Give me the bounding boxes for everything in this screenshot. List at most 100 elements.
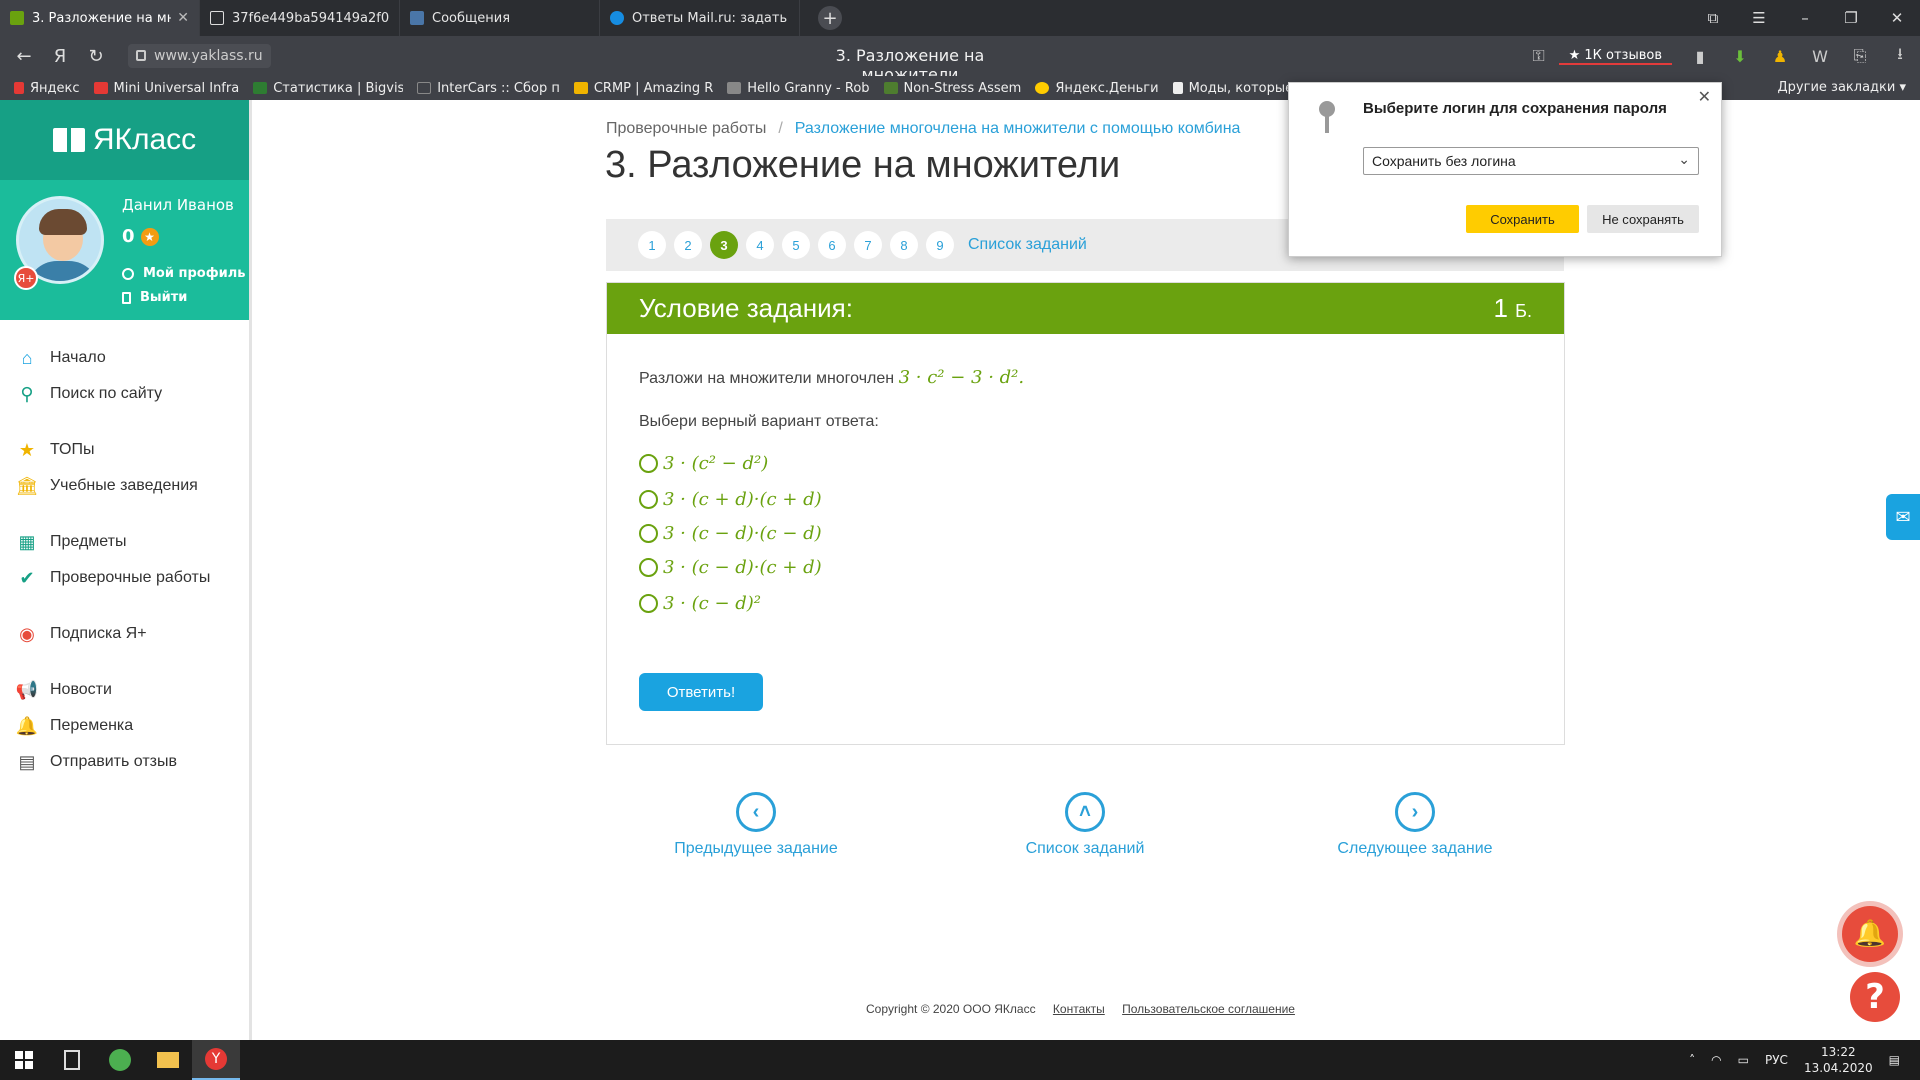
sidebar-item-search[interactable]: ⚲ Поиск по сайту	[0, 376, 249, 412]
menu-icon[interactable]: ☰	[1736, 9, 1782, 27]
tabs-icon[interactable]: ⧉	[1690, 9, 1736, 27]
back-icon[interactable]: ←	[6, 46, 42, 67]
answer-option[interactable]: 3 · (c − d)·(c − d)	[639, 523, 822, 544]
mail-icon[interactable]: ✉	[1886, 494, 1920, 540]
tab-yaklass[interactable]: 3. Разложение на мно ✕	[0, 0, 200, 36]
dont-save-button[interactable]: Не сохранять	[1587, 205, 1699, 233]
bookmark-item[interactable]: Яндекс.Деньги	[1035, 81, 1159, 96]
bookmark-item[interactable]: Моды, которые д	[1172, 81, 1306, 96]
logout-link[interactable]: Выйти	[122, 290, 187, 305]
contacts-link[interactable]: Контакты	[1053, 1002, 1105, 1016]
answer-option[interactable]: 3 · (c² − d²)	[639, 453, 768, 474]
page-7-button[interactable]: 7	[854, 231, 882, 259]
radio-button[interactable]	[639, 594, 658, 613]
breadcrumb-item[interactable]: Разложение многочлена на множители с пом…	[795, 120, 1241, 137]
radio-button[interactable]	[639, 490, 658, 509]
next-task-link[interactable]: › Следующее задание	[1305, 792, 1525, 858]
start-button[interactable]	[0, 1040, 48, 1080]
bookmark-item[interactable]: Статистика | Bigvis	[253, 81, 403, 96]
bookmark-item[interactable]: Non-Stress Assem	[883, 81, 1021, 96]
page-4-button[interactable]: 4	[746, 231, 774, 259]
new-tab-button[interactable]: +	[818, 6, 842, 30]
sidebar-item-institutions[interactable]: 🏛 Учебные заведения	[0, 468, 249, 504]
task-list-nav-link[interactable]: ˄ Список заданий	[975, 792, 1195, 858]
file-explorer-icon[interactable]	[144, 1040, 192, 1080]
sidebar-item-news[interactable]: 📢 Новости	[0, 672, 249, 708]
restore-icon[interactable]: ❐	[1828, 9, 1874, 27]
tab-mailru[interactable]: Ответы Mail.ru: задать вол	[600, 0, 800, 36]
chevron-up-icon[interactable]: ˄	[1689, 1053, 1695, 1067]
yaklass-logo[interactable]: ЯКласс	[0, 100, 249, 180]
calculator-icon[interactable]	[48, 1040, 96, 1080]
sidebar-item-tops[interactable]: ★ ТОПы	[0, 432, 249, 468]
clock[interactable]: 13:22 13.04.2020	[1804, 1044, 1873, 1076]
w-extension-icon[interactable]: W	[1800, 47, 1840, 66]
keyboard-icon[interactable]: ▭	[1738, 1053, 1749, 1067]
answer-option[interactable]: 3 · (c + d)·(c + d)	[639, 489, 822, 510]
document-icon	[210, 11, 224, 25]
profile-link[interactable]: Мой профиль	[122, 266, 245, 281]
key-icon[interactable]: ⚿	[1519, 46, 1559, 66]
downloads-icon[interactable]: ⭳	[1880, 43, 1920, 70]
url-field[interactable]: www.yaklass.ru	[128, 44, 271, 68]
page-6-button[interactable]: 6	[818, 231, 846, 259]
bookmark-item[interactable]: Mini Universal Infra	[93, 81, 239, 96]
save-password-button[interactable]: Сохранить	[1466, 205, 1579, 233]
task-list-link[interactable]: Список заданий	[968, 236, 1087, 254]
radio-button[interactable]	[639, 558, 658, 577]
sidebar-item-subscription[interactable]: ◉ Подписка Я+	[0, 616, 249, 652]
help-icon[interactable]: ?	[1850, 972, 1900, 1022]
bookmark-item[interactable]: Яндекс	[14, 81, 80, 96]
page-2-button[interactable]: 2	[674, 231, 702, 259]
bookmark-item[interactable]: CRMP | Amazing R	[573, 81, 713, 96]
tab-messages[interactable]: Сообщения	[400, 0, 600, 36]
answer-option[interactable]: 3 · (c − d)·(c + d)	[639, 557, 822, 578]
bookmark-item[interactable]: Hello Granny - Rob	[727, 81, 870, 96]
tab-document[interactable]: 37f6e449ba594149a2f0ee2	[200, 0, 400, 36]
reviews-badge[interactable]: ★ 1К отзывов	[1558, 48, 1672, 65]
page-1-button[interactable]: 1	[638, 231, 666, 259]
user-name[interactable]: Данил Иванов	[122, 196, 234, 214]
page-8-button[interactable]: 8	[890, 231, 918, 259]
agreement-link[interactable]: Пользовательское соглашение	[1122, 1002, 1295, 1016]
yandex-browser-icon[interactable]: Y	[192, 1040, 240, 1080]
utorrent-icon[interactable]	[96, 1040, 144, 1080]
sidebar-item-tests[interactable]: ✔ Проверочные работы	[0, 560, 249, 596]
page-5-button[interactable]: 5	[782, 231, 810, 259]
page-title: 3. Разложение на множители	[605, 144, 1121, 186]
user-panel: Я+ Данил Иванов 0 ★ Мой профиль Выйти	[0, 180, 249, 320]
download-arrow-icon[interactable]: ⬇	[1720, 47, 1760, 66]
wifi-icon[interactable]: ◠	[1711, 1053, 1721, 1067]
sidebar-item-label: Отправить отзыв	[50, 753, 177, 770]
bookmark-item[interactable]: InterCars :: Сбор п	[417, 81, 560, 96]
sidebar-item-subjects[interactable]: ▦ Предметы	[0, 524, 249, 560]
sidebar-item-home[interactable]: ⌂ Начало	[0, 340, 249, 376]
language-indicator[interactable]: РУС	[1765, 1053, 1788, 1067]
sidebar-item-feedback[interactable]: ▤ Отправить отзыв	[0, 744, 249, 780]
radio-button[interactable]	[639, 454, 658, 473]
close-window-icon[interactable]: ✕	[1874, 9, 1920, 27]
submit-answer-button[interactable]: Ответить!	[639, 673, 763, 711]
minimize-icon[interactable]: –	[1782, 9, 1828, 27]
prev-task-link[interactable]: ‹ Предыдущее задание	[646, 792, 866, 858]
page-9-button[interactable]: 9	[926, 231, 954, 259]
reload-icon[interactable]: ↻	[78, 46, 114, 67]
other-bookmarks[interactable]: Другие закладки ▾	[1778, 80, 1906, 95]
sidebar-item-label: Учебные заведения	[50, 477, 198, 494]
yandex-icon[interactable]: Я	[42, 46, 78, 67]
sidebar-item-label: Переменка	[50, 717, 134, 734]
close-icon[interactable]: ✕	[1698, 87, 1711, 106]
bookmark-icon[interactable]: ▮	[1680, 47, 1720, 66]
close-icon[interactable]: ✕	[177, 10, 189, 26]
breadcrumb-item[interactable]: Проверочные работы	[606, 120, 766, 137]
page-3-button[interactable]: 3	[710, 231, 738, 259]
sidebar-item-break[interactable]: 🔔 Переменка	[0, 708, 249, 744]
collections-icon[interactable]: ⎘	[1840, 46, 1880, 66]
answer-option[interactable]: 3 · (c − d)²	[639, 593, 761, 614]
notifications-icon[interactable]: ▤	[1889, 1053, 1900, 1067]
radio-button[interactable]	[639, 524, 658, 543]
notification-bell-icon[interactable]: 🔔	[1842, 906, 1898, 962]
login-select[interactable]: Сохранить без логина ⌄	[1363, 147, 1699, 175]
profile-link-label: Мой профиль	[143, 266, 246, 281]
extension-icon[interactable]: ♟	[1760, 47, 1800, 66]
